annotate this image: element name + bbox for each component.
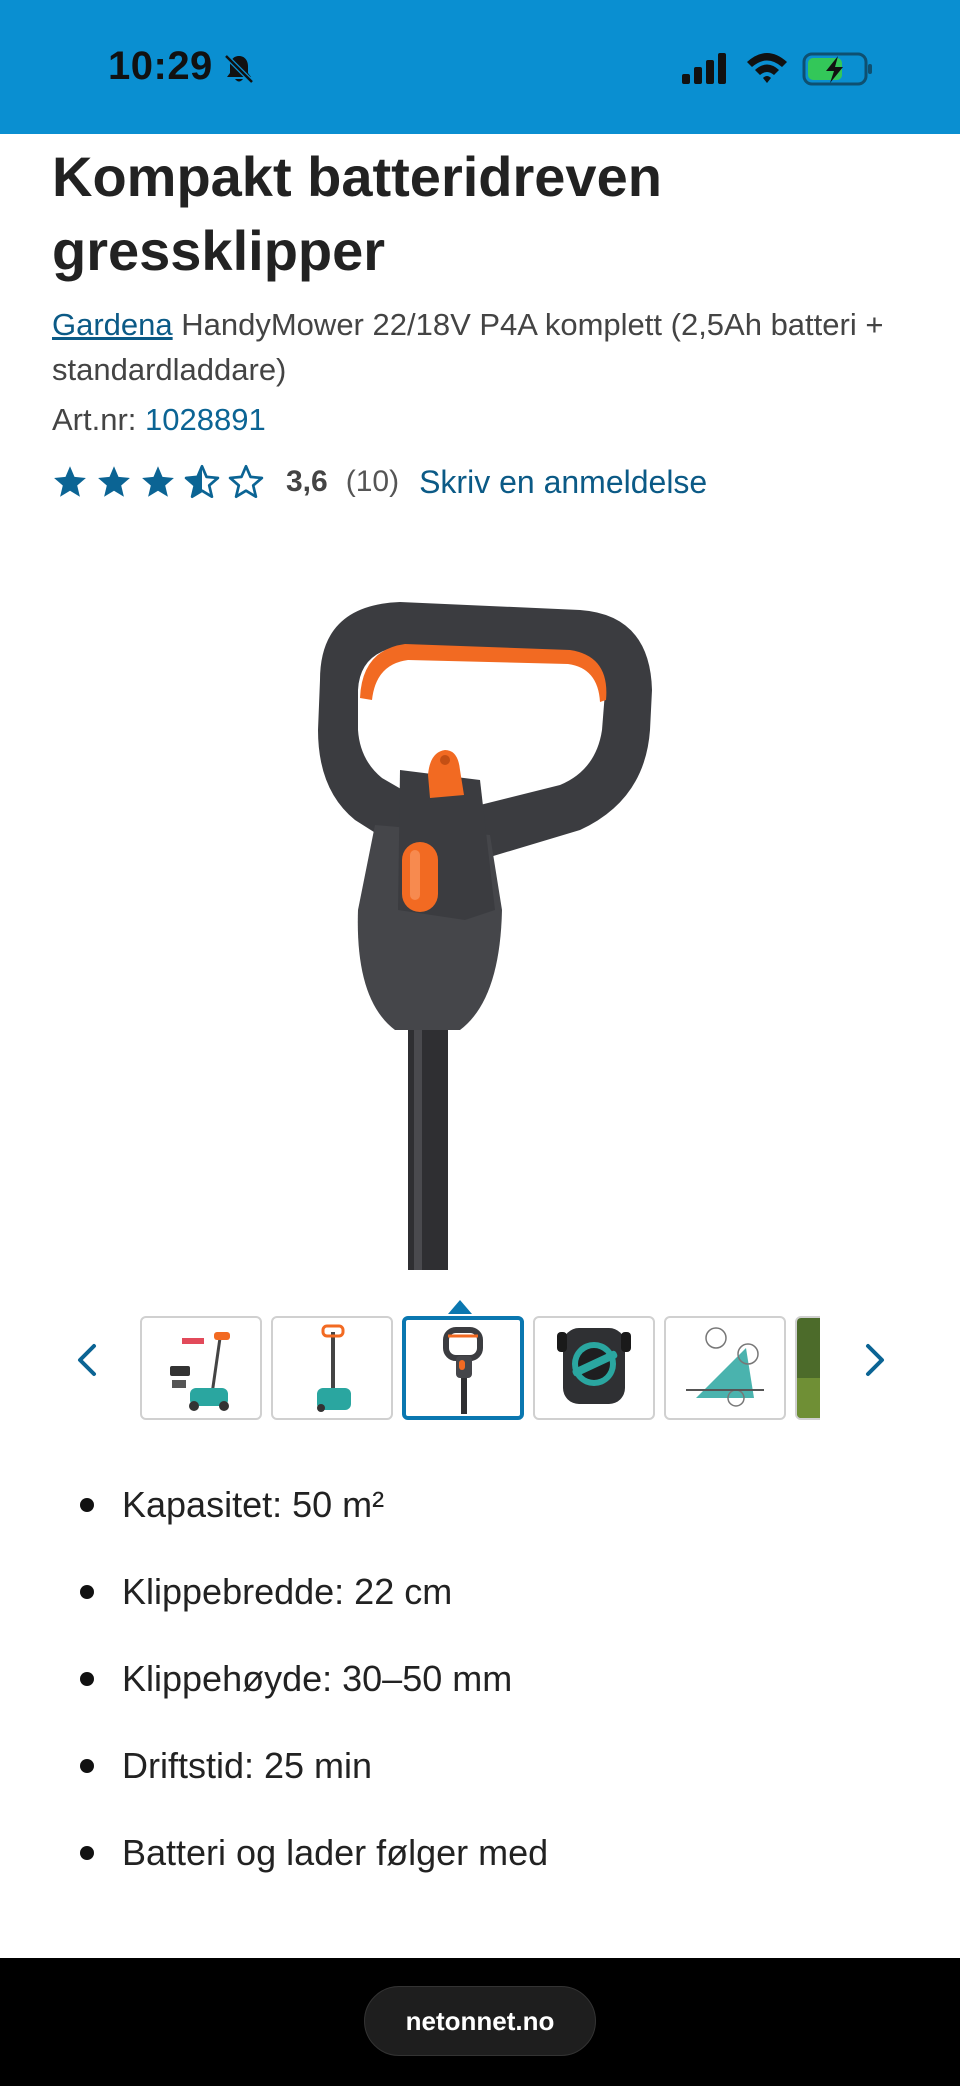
mower-handle-thumbnail[interactable] (402, 1316, 524, 1420)
star-rating (52, 464, 264, 500)
brand-link[interactable]: Gardena (52, 307, 173, 342)
chevron-right-icon[interactable] (856, 1340, 892, 1380)
feature-text: Batteri og lader følger med (122, 1832, 549, 1873)
bullet-icon (80, 1846, 94, 1860)
list-item: Driftstid: 25 min (80, 1741, 900, 1828)
star-filled-icon (54, 466, 86, 497)
bullet-icon (80, 1498, 94, 1512)
feature-text: Kapasitet: 50 m² (122, 1484, 385, 1525)
wifi-icon (747, 53, 787, 83)
bell-muted-icon (224, 54, 254, 84)
star-empty-icon (228, 464, 264, 499)
signal-icon (682, 53, 726, 84)
mower-in-garden-thumbnail[interactable] (795, 1316, 820, 1420)
mower-kit-thumbnail[interactable] (140, 1316, 262, 1420)
cutting-height-diagram-thumbnail[interactable] (664, 1316, 786, 1420)
image-carousel (0, 1300, 960, 1420)
status-time: 10:29 (108, 44, 213, 88)
list-item: Klippehøyde: 30–50 mm (80, 1654, 900, 1741)
product-title: Kompakt batteridreven gressklipper (52, 145, 662, 282)
rating-value: 3,6 (286, 465, 328, 498)
browser-bottom-bar: netonnet.no (0, 1958, 960, 2086)
product-subtitle: Gardena HandyMower 22/18V P4A komplett (… (52, 302, 922, 392)
product-model: HandyMower 22/18V P4A komplett (2,5Ah ba… (52, 307, 884, 387)
chevron-left-icon[interactable] (70, 1340, 106, 1380)
artnr-label: Art.nr: (52, 402, 137, 437)
list-item: Kapasitet: 50 m² (80, 1480, 900, 1567)
star-half-icon (184, 464, 220, 499)
mower-side-thumbnail[interactable] (271, 1316, 393, 1420)
rating-row: 3,6 (10) Skriv en anmeldelse (52, 458, 707, 506)
feature-text: Klippehøyde: 30–50 mm (122, 1658, 513, 1699)
feature-text: Driftstid: 25 min (122, 1745, 373, 1786)
url-bar[interactable]: netonnet.no (364, 1986, 596, 2056)
feature-list: Kapasitet: 50 m² Klippebredde: 22 cm Kli… (80, 1480, 900, 1915)
thumbnail-strip (138, 1314, 820, 1422)
artnr-value: 1028891 (145, 402, 266, 437)
bullet-icon (80, 1759, 94, 1773)
rating-count: (10) (345, 465, 400, 498)
mower-underside-thumbnail[interactable] (533, 1316, 655, 1420)
active-thumbnail-pointer (448, 1300, 472, 1314)
star-filled-icon (142, 466, 174, 497)
mower-handle-image[interactable] (280, 580, 700, 1270)
article-number: Art.nr: 1028891 (52, 402, 266, 438)
bullet-icon (80, 1672, 94, 1686)
write-review-link[interactable]: Skriv en anmeldelse (419, 464, 707, 501)
star-filled-icon (98, 466, 130, 497)
bullet-icon (80, 1585, 94, 1599)
list-item: Klippebredde: 22 cm (80, 1567, 900, 1654)
feature-text: Klippebredde: 22 cm (122, 1571, 453, 1612)
status-bar: 10:29 (0, 0, 960, 134)
list-item: Batteri og lader følger med (80, 1828, 900, 1915)
battery-charging-icon (802, 52, 872, 86)
